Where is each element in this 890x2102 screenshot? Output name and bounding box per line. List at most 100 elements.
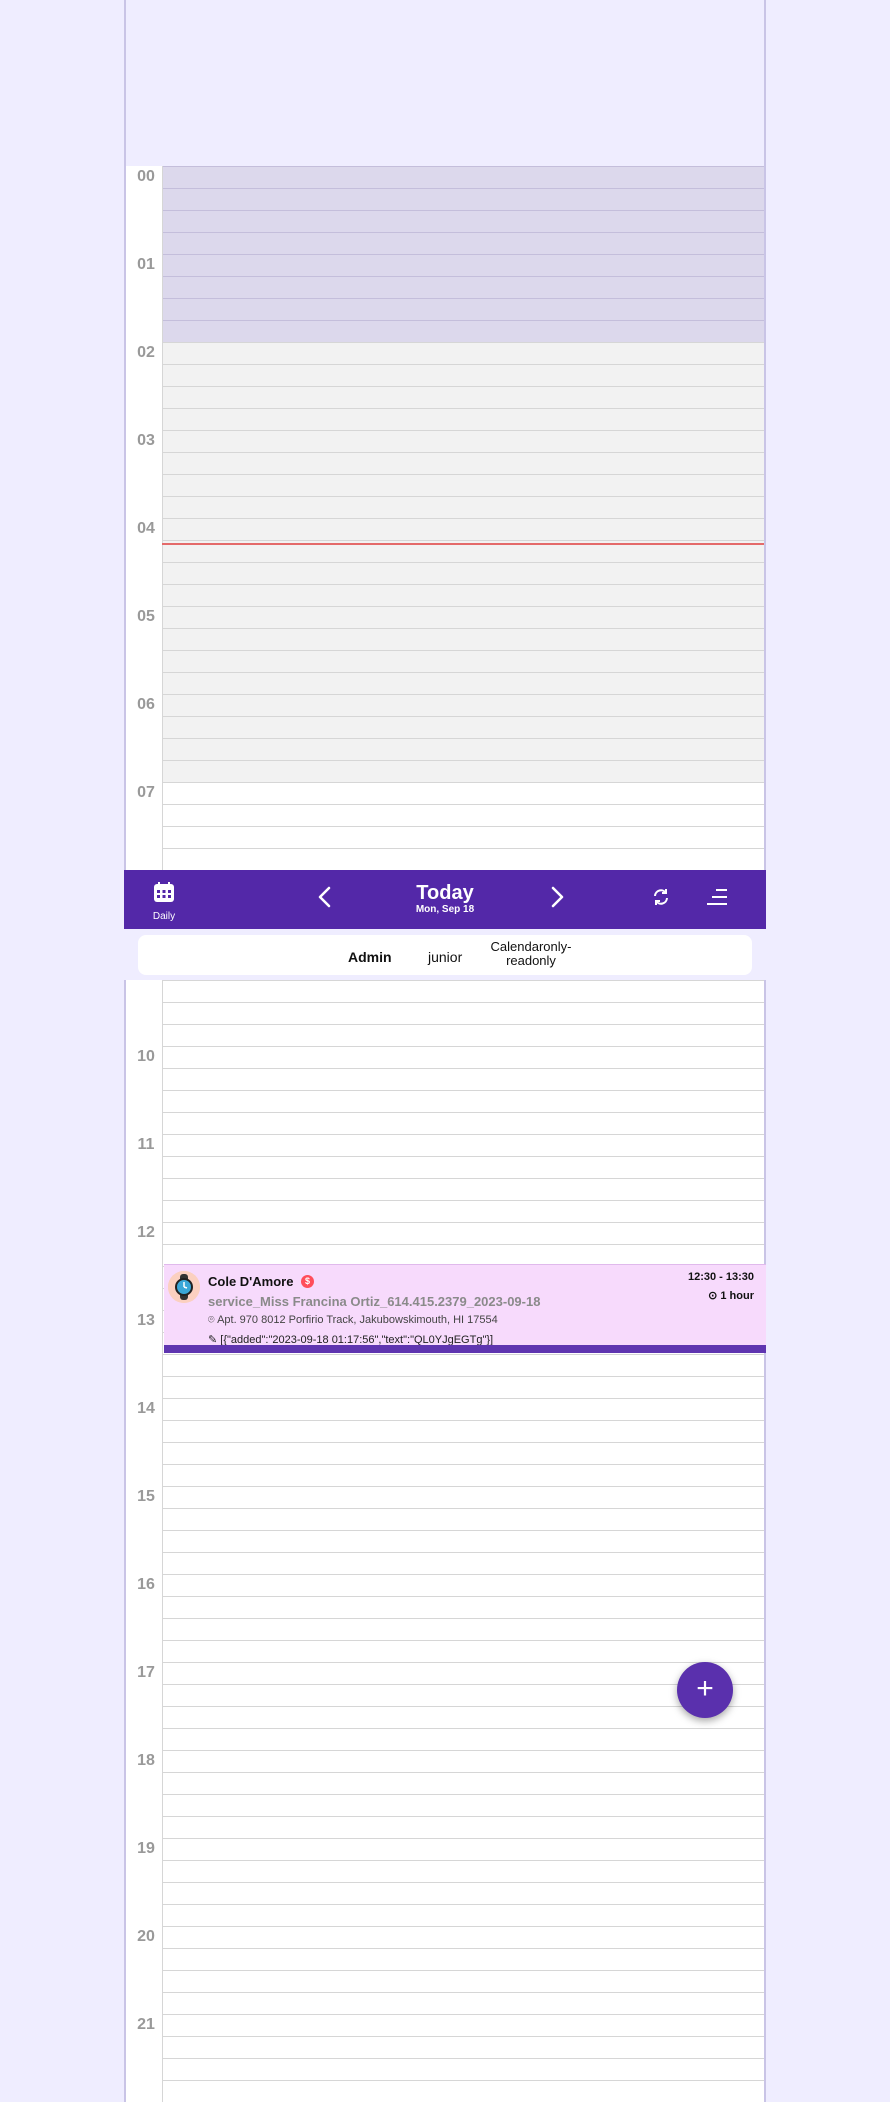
time-slot[interactable] (162, 1112, 764, 1134)
time-slot[interactable] (162, 804, 764, 826)
time-slot[interactable] (162, 584, 764, 606)
time-slot[interactable] (162, 2080, 764, 2102)
time-slot[interactable] (162, 1772, 764, 1794)
time-slot[interactable] (162, 1178, 764, 1200)
time-slot[interactable] (162, 1574, 764, 1596)
time-slot[interactable] (162, 1838, 764, 1860)
time-slot[interactable] (162, 694, 764, 716)
time-slot[interactable] (162, 1794, 764, 1816)
time-slot[interactable] (162, 1354, 764, 1376)
time-slot[interactable] (162, 1860, 764, 1882)
time-slot[interactable] (162, 188, 764, 210)
time-slot[interactable] (162, 1442, 764, 1464)
time-slot[interactable] (162, 1024, 764, 1046)
time-slot[interactable] (162, 1156, 764, 1178)
hour-label: 12 (137, 1224, 155, 1241)
time-slot[interactable] (162, 2058, 764, 2080)
time-slot[interactable] (162, 474, 764, 496)
time-slot[interactable] (162, 1420, 764, 1442)
hour-label: 14 (137, 1400, 155, 1417)
time-slot[interactable] (162, 1684, 764, 1706)
time-slot[interactable] (162, 1376, 764, 1398)
today-label: Today (416, 882, 474, 904)
add-appointment-button[interactable]: + (677, 1662, 733, 1718)
time-slot[interactable] (162, 496, 764, 518)
current-time-line (162, 543, 764, 545)
time-slot[interactable] (162, 606, 764, 628)
role-filter-bar: Admin junior Calendaronly-readonly (124, 929, 766, 980)
address-row: ⌾ Apt. 970 8012 Porfirio Track, Jakubows… (208, 1314, 498, 1327)
role-tab-junior[interactable]: junior (428, 949, 462, 965)
hour-label: 04 (137, 520, 155, 537)
time-slot[interactable] (162, 1618, 764, 1640)
refresh-button[interactable] (646, 884, 676, 914)
time-slot[interactable] (162, 1486, 764, 1508)
menu-button[interactable] (702, 884, 732, 914)
today-button[interactable]: Today Mon, Sep 18 (370, 882, 520, 915)
calendar-grid: 0001020304050607080910111213141516171819… (124, 0, 766, 2102)
time-slot[interactable] (162, 1398, 764, 1420)
role-tab-calendar-readonly[interactable]: Calendaronly-readonly (476, 940, 586, 968)
time-slot[interactable] (162, 1002, 764, 1024)
time-slot[interactable] (162, 408, 764, 430)
time-slot[interactable] (162, 1640, 764, 1662)
time-slot[interactable] (162, 738, 764, 760)
chevron-right-icon (549, 886, 565, 913)
time-slot[interactable] (162, 1508, 764, 1530)
time-slot[interactable] (162, 562, 764, 584)
time-slot[interactable] (162, 1750, 764, 1772)
time-slot[interactable] (162, 1816, 764, 1838)
time-slot[interactable] (162, 760, 764, 782)
time-slot[interactable] (162, 342, 764, 364)
time-slot[interactable] (162, 1992, 764, 2014)
time-slot[interactable] (162, 1970, 764, 1992)
previous-day-button[interactable] (310, 884, 340, 914)
role-tab-admin[interactable]: Admin (348, 949, 392, 965)
time-slot[interactable] (162, 232, 764, 254)
time-slot[interactable] (162, 1200, 764, 1222)
time-slot[interactable] (162, 716, 764, 738)
calendar-toolbar: Daily Today Mon, Sep 18 (124, 870, 766, 929)
time-slot[interactable] (162, 1222, 764, 1244)
time-slot[interactable] (162, 1134, 764, 1156)
time-slot[interactable] (162, 2014, 764, 2036)
time-slot[interactable] (162, 254, 764, 276)
time-slot[interactable] (162, 1728, 764, 1750)
time-slot[interactable] (162, 1904, 764, 1926)
time-slot[interactable] (162, 210, 764, 232)
time-slot[interactable] (162, 2036, 764, 2058)
time-slot[interactable] (162, 628, 764, 650)
time-slot[interactable] (162, 1662, 764, 1684)
appointment-card[interactable]: Cole D'Amore $ service_Miss Francina Ort… (164, 1264, 766, 1353)
next-day-button[interactable] (542, 884, 572, 914)
time-slot[interactable] (162, 1464, 764, 1486)
time-slot[interactable] (162, 430, 764, 452)
time-slot[interactable] (162, 1068, 764, 1090)
time-slot[interactable] (162, 452, 764, 474)
time-slot[interactable] (162, 672, 764, 694)
time-slot[interactable] (162, 276, 764, 298)
time-slot[interactable] (162, 1706, 764, 1728)
time-slot[interactable] (162, 1552, 764, 1574)
time-slot[interactable] (162, 1948, 764, 1970)
menu-icon (706, 888, 728, 911)
time-slot[interactable] (162, 518, 764, 540)
view-mode-button[interactable]: Daily (142, 878, 186, 924)
time-slot[interactable] (162, 848, 764, 870)
time-slot[interactable] (162, 166, 764, 188)
time-slot[interactable] (162, 1090, 764, 1112)
time-slot[interactable] (162, 1926, 764, 1948)
time-slot[interactable] (162, 1530, 764, 1552)
time-slot[interactable] (162, 980, 764, 1002)
time-slot[interactable] (162, 1244, 764, 1266)
time-slot[interactable] (162, 1882, 764, 1904)
time-slot[interactable] (162, 320, 764, 342)
time-slot[interactable] (162, 364, 764, 386)
time-slot[interactable] (162, 1046, 764, 1068)
time-slot[interactable] (162, 650, 764, 672)
time-slot[interactable] (162, 386, 764, 408)
time-slot[interactable] (162, 782, 764, 804)
time-slot[interactable] (162, 298, 764, 320)
time-slot[interactable] (162, 1596, 764, 1618)
time-slot[interactable] (162, 826, 764, 848)
